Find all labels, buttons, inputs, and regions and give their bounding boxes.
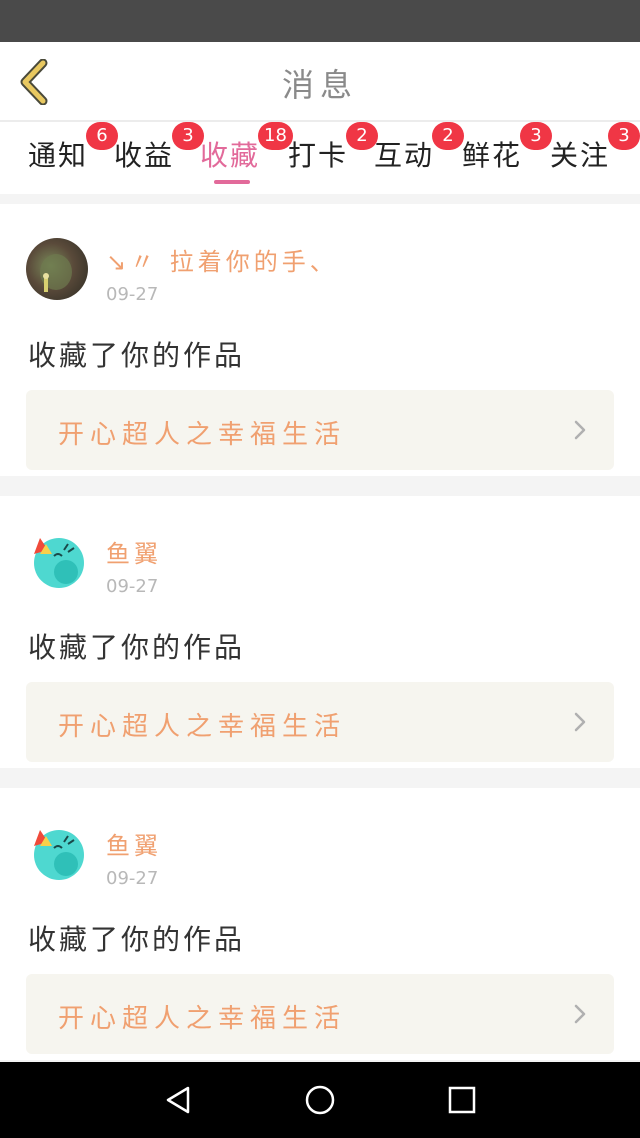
system-nav-bar [0, 1062, 640, 1138]
message-card: 鱼翼 09-27 收藏了你的作品 开心超人之幸福生活 [0, 788, 640, 1060]
timestamp: 09-27 [106, 868, 159, 889]
avatar[interactable] [26, 238, 88, 300]
message-list[interactable]: ↘〃 拉着你的手、 09-27 收藏了你的作品 开心超人之幸福生活 鱼翼 09-… [0, 194, 640, 1062]
photo-avatar-icon [40, 254, 72, 292]
work-title: 开心超人之幸福生活 [58, 1004, 347, 1034]
tab-interaction[interactable]: 互动 2 [374, 122, 464, 190]
work-link[interactable]: 开心超人之幸福生活 [26, 682, 614, 762]
message-card: ↘〃 拉着你的手、 09-27 收藏了你的作品 开心超人之幸福生活 [0, 204, 640, 476]
chevron-right-icon [574, 1004, 586, 1024]
tab-checkin[interactable]: 打卡 2 [288, 122, 378, 190]
tab-bar: 通知 6 收益 3 收藏 18 打卡 2 互动 2 鲜花 3 关注 3 [0, 122, 640, 194]
active-tab-indicator [214, 180, 250, 184]
timestamp: 09-27 [106, 576, 159, 597]
work-title: 开心超人之幸福生活 [58, 712, 347, 742]
work-link[interactable]: 开心超人之幸福生活 [26, 974, 614, 1054]
username[interactable]: 鱼翼 [106, 534, 162, 569]
tab-badge: 3 [608, 122, 640, 150]
tab-flowers[interactable]: 鲜花 3 [462, 122, 552, 190]
avatar[interactable] [26, 530, 88, 592]
tab-label: 收藏 [200, 139, 261, 172]
tab-badge: 3 [520, 122, 552, 150]
message-card: 鱼翼 09-27 收藏了你的作品 开心超人之幸福生活 [0, 496, 640, 768]
tab-label: 打卡 [288, 139, 349, 172]
work-link[interactable]: 开心超人之幸福生活 [26, 390, 614, 470]
tab-label: 收益 [114, 139, 175, 172]
username[interactable]: 鱼翼 [106, 826, 162, 861]
action-text: 收藏了你的作品 [28, 631, 246, 664]
square-recents-icon[interactable] [444, 1082, 480, 1118]
tab-label: 关注 [550, 139, 611, 172]
tab-label: 互动 [374, 139, 435, 172]
cartoon-avatar-icon [34, 830, 84, 880]
work-title: 开心超人之幸福生活 [58, 420, 347, 450]
tab-income[interactable]: 收益 3 [114, 122, 204, 190]
tab-notice[interactable]: 通知 6 [28, 122, 118, 190]
chevron-right-icon [574, 712, 586, 732]
tab-label: 鲜花 [462, 139, 523, 172]
circle-home-icon[interactable] [302, 1082, 338, 1118]
status-bar [0, 0, 640, 42]
header: 消息 [0, 42, 640, 120]
avatar[interactable] [26, 822, 88, 884]
chevron-right-icon [574, 420, 586, 440]
tab-badge: 2 [432, 122, 464, 150]
action-text: 收藏了你的作品 [28, 923, 246, 956]
username[interactable]: ↘〃 拉着你的手、 [106, 242, 338, 277]
page-title: 消息 [281, 66, 358, 104]
tab-follow[interactable]: 关注 3 [550, 122, 640, 190]
tab-label: 通知 [28, 139, 89, 172]
action-text: 收藏了你的作品 [28, 339, 246, 372]
timestamp: 09-27 [106, 284, 159, 305]
triangle-back-icon[interactable] [160, 1082, 196, 1118]
cartoon-avatar-icon [34, 538, 84, 588]
